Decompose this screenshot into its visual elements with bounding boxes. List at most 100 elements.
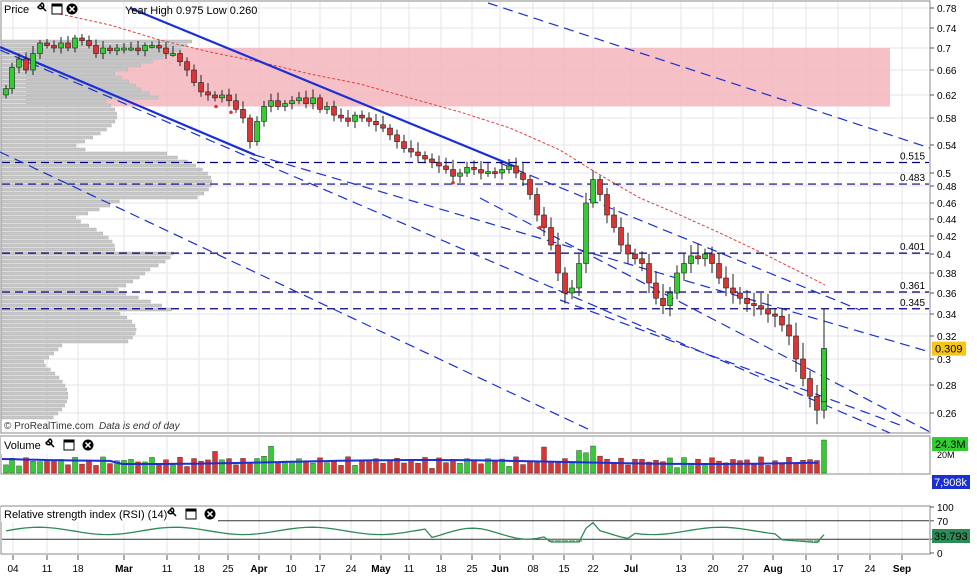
volume-bar [51,459,57,474]
x-axis: 04 11 18 Mar 11 18 25 Apr 10 17 24 May 11 18 25 Jun 08 15… [7,555,911,575]
candle-body [758,305,764,310]
volume-bar [324,462,330,474]
volume-profile-bar [1,283,126,288]
candle-body [128,47,134,51]
candle-body [814,395,820,411]
stock-chart: 0.5150.4830.4010.3610.345 Price Year Hig… [0,0,970,575]
volume-profile-bar [1,311,121,316]
candle-body [667,292,673,306]
candle-body [65,42,71,49]
candle-body [51,45,57,49]
volume-profile-bar [1,335,133,340]
close-icon[interactable] [82,439,94,451]
rsi-last-tag: 39.793 [932,529,970,543]
volume-bar [667,457,673,474]
x-tick-label: 08 [527,564,539,575]
volume-profile-bar [1,347,59,352]
volume-profile-bar [1,303,162,308]
volume-bar [58,459,64,474]
candle-body [548,227,554,246]
x-tick-label: 13 [675,564,687,575]
volume-profile-bar [1,299,151,304]
volume-bar [625,464,631,474]
volume-profile-bar [1,255,171,260]
volume-bar [352,465,358,474]
candle-body [359,114,365,119]
candle-body [702,253,708,260]
level-label: 0.401 [900,242,925,253]
volume-profile-bar [1,155,178,160]
candle-body [478,169,484,174]
volume-bar [597,455,603,474]
volume-profile-bar [1,99,106,104]
y-tick-label: 0.42 [937,232,957,243]
volume-profile-bar [1,319,133,324]
volume-bar [506,466,512,474]
candle-body [793,335,799,360]
event-marker [229,110,233,115]
y-tick-label: 0.78 [937,4,957,15]
candle-body [513,165,519,174]
candle-body [751,303,757,306]
volume-profile-bar [1,359,44,364]
candle-body [58,42,64,49]
y-tick-label: 0.5 [937,169,951,180]
volume-profile-bar [1,243,115,248]
volume-profile-bar [1,187,209,192]
close-icon[interactable] [66,3,78,15]
volume-profile-bar [1,379,63,384]
candle-body [247,117,253,142]
candle-body [44,42,50,46]
candle-body [415,151,421,156]
y-tick-label: 0.3 [937,355,951,366]
volume-profile-bar [1,107,115,112]
volume-bar [156,463,162,474]
window-icon[interactable] [63,439,75,451]
volume-profile-bar [1,191,205,196]
volume-bar [9,458,15,474]
year-range-text: Year High 0.975 Low 0.260 [125,5,257,17]
candle-body [527,179,533,195]
volume-bar [205,459,211,474]
volume-title: Volume [4,440,41,452]
candle-body [275,100,281,107]
volume-bar [527,460,533,474]
candle-body [401,141,407,149]
window-icon[interactable] [185,508,197,520]
volume-bar [492,461,498,474]
candle-body [23,58,29,71]
candle-body [373,121,379,126]
candle-body [436,162,442,167]
candle-body [226,94,232,102]
volume-profile-bar [1,407,62,412]
volume-bar [107,463,113,474]
volume-bar [401,462,407,474]
volume-profile-bar [1,87,142,92]
volume-profile-bar [1,47,182,52]
last-price-tag: 0.309 [932,341,966,356]
volume-bar [331,460,337,474]
volume-bar [786,457,792,474]
volume-bar [688,463,694,474]
volume-profile-bar [1,67,128,72]
volume-profile-bar [1,139,85,144]
volume-profile-bar [1,327,137,332]
volume-profile-bar [1,339,129,344]
volume-bar [212,451,218,474]
candle-body [604,194,610,216]
x-tick-label: 24 [345,564,357,575]
volume-profile-bar [1,411,59,416]
volume-bar [163,459,169,474]
y-tick-label: 0.66 [937,66,957,77]
watermark: © ProRealTime.com [4,421,94,432]
volume-bar [100,456,106,474]
y-tick-label: 0.74 [937,24,957,35]
candle-body [464,167,470,174]
window-icon[interactable] [51,3,63,15]
y-tick-label: 0.28 [937,381,957,392]
volume-bar [751,464,757,474]
volume-profile-bar [1,375,60,380]
close-icon[interactable] [204,508,216,520]
volume-profile-bar [1,351,54,356]
candle-body [254,121,260,142]
